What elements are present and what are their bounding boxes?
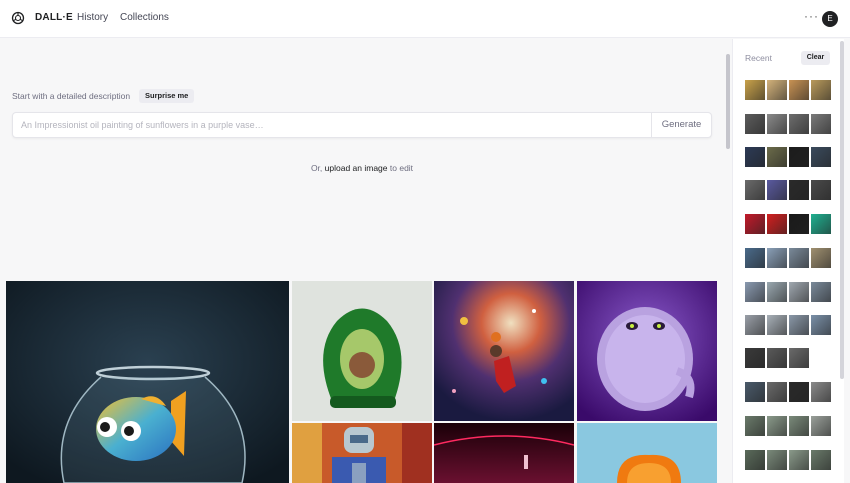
recent-thumbnail[interactable] [811, 315, 831, 335]
top-bar: DALL·E History Collections ··· E [0, 0, 850, 38]
nav-history[interactable]: History [77, 12, 108, 23]
recent-row [745, 248, 831, 268]
prompt-box: Generate [12, 112, 712, 138]
gallery-tile-space-basketball[interactable] [434, 281, 574, 421]
upload-suffix: to edit [389, 163, 414, 173]
user-avatar[interactable]: E [822, 11, 838, 27]
recent-row [745, 147, 831, 167]
main-scrollbar[interactable] [725, 40, 730, 483]
recent-thumbnail[interactable] [789, 450, 809, 470]
recent-thumbnail[interactable] [789, 180, 809, 200]
recent-thumbnail-empty [811, 348, 831, 368]
orange-icon [577, 423, 717, 483]
brand-name[interactable]: DALL·E [35, 12, 73, 23]
main-scrollbar-thumb[interactable] [726, 54, 730, 149]
panel-scrollbar-thumb[interactable] [840, 41, 844, 379]
robot-icon [292, 423, 432, 483]
recent-row [745, 450, 831, 470]
gallery-tile-orange-slice[interactable] [577, 423, 717, 483]
prompt-intro-text: Start with a detailed description [12, 91, 131, 101]
recent-thumbnail[interactable] [789, 348, 809, 368]
recent-thumbnail[interactable] [811, 214, 831, 234]
prompt-input[interactable] [21, 113, 641, 137]
recent-thumbnail[interactable] [745, 214, 765, 234]
fish-bowl-icon [6, 281, 289, 483]
recent-row [745, 315, 831, 335]
surprise-me-button[interactable]: Surprise me [139, 89, 195, 103]
recent-thumbnail[interactable] [767, 416, 787, 436]
recent-thumbnail[interactable] [745, 315, 765, 335]
recent-thumbnail[interactable] [767, 214, 787, 234]
recent-row [745, 214, 831, 234]
recent-thumbnail[interactable] [811, 450, 831, 470]
clear-button[interactable]: Clear [801, 51, 830, 65]
recent-row [745, 416, 831, 436]
recent-panel: Recent Clear [732, 39, 844, 483]
gallery-tile-dark-room[interactable] [434, 423, 574, 483]
recent-thumbnail[interactable] [811, 282, 831, 302]
recent-thumbnail[interactable] [767, 315, 787, 335]
recent-thumbnail[interactable] [811, 114, 831, 134]
recent-thumbnail[interactable] [811, 80, 831, 100]
recent-thumbnail[interactable] [745, 382, 765, 402]
generate-button[interactable]: Generate [651, 113, 711, 137]
recent-thumbnail[interactable] [745, 282, 765, 302]
avocado-chair-icon [292, 281, 432, 421]
panel-scrollbar[interactable] [838, 39, 845, 483]
recent-thumbnail[interactable] [745, 147, 765, 167]
recent-thumbnail[interactable] [789, 80, 809, 100]
recent-thumbnail[interactable] [767, 382, 787, 402]
recent-thumbnail[interactable] [745, 80, 765, 100]
recent-thumbnail[interactable] [767, 248, 787, 268]
recent-row [745, 382, 831, 402]
recent-thumbnail[interactable] [745, 450, 765, 470]
recent-label: Recent [745, 53, 772, 63]
recent-row [745, 114, 831, 134]
recent-thumbnail[interactable] [811, 147, 831, 167]
more-options-icon[interactable]: ··· [804, 9, 819, 23]
upload-image-link[interactable]: upload an image [325, 163, 388, 173]
gallery-tile-avocado-chair[interactable] [292, 281, 432, 421]
recent-thumbnail[interactable] [811, 248, 831, 268]
gallery-tile-purple-monster[interactable] [577, 281, 717, 421]
recent-thumbnail[interactable] [789, 248, 809, 268]
recent-thumbnail[interactable] [789, 315, 809, 335]
recent-thumbnail[interactable] [745, 416, 765, 436]
recent-thumbnail[interactable] [767, 450, 787, 470]
recent-thumbnail[interactable] [767, 80, 787, 100]
recent-row [745, 180, 831, 200]
monster-icon [577, 281, 717, 421]
recent-row [745, 282, 831, 302]
upload-prefix: Or, [310, 163, 323, 173]
recent-row [745, 80, 831, 100]
recent-thumbnail[interactable] [811, 382, 831, 402]
recent-thumbnail[interactable] [789, 282, 809, 302]
upload-hint: Or, upload an image to edit [0, 163, 724, 173]
recent-thumbnail[interactable] [789, 114, 809, 134]
recent-thumbnail[interactable] [811, 416, 831, 436]
recent-thumbnail[interactable] [789, 382, 809, 402]
recent-thumbnail[interactable] [789, 214, 809, 234]
recent-thumbnail[interactable] [745, 114, 765, 134]
recent-row [745, 348, 831, 368]
recent-thumbnail[interactable] [789, 416, 809, 436]
gallery-tile-robot-painting[interactable] [292, 423, 432, 483]
openai-logo-icon[interactable] [11, 11, 25, 25]
recent-thumbnail[interactable] [745, 180, 765, 200]
recent-thumbnail[interactable] [767, 282, 787, 302]
gallery-tile-goldfish[interactable] [6, 281, 289, 483]
recent-thumbnail[interactable] [767, 348, 787, 368]
galaxy-icon [434, 281, 574, 421]
recent-thumbnail[interactable] [811, 180, 831, 200]
recent-thumbnail[interactable] [767, 180, 787, 200]
recent-thumbnail[interactable] [745, 348, 765, 368]
nav-collections[interactable]: Collections [120, 12, 169, 23]
room-icon [434, 423, 574, 483]
recent-thumbnail[interactable] [745, 248, 765, 268]
recent-thumbnail[interactable] [767, 114, 787, 134]
recent-thumbnail[interactable] [767, 147, 787, 167]
recent-thumbnail[interactable] [789, 147, 809, 167]
